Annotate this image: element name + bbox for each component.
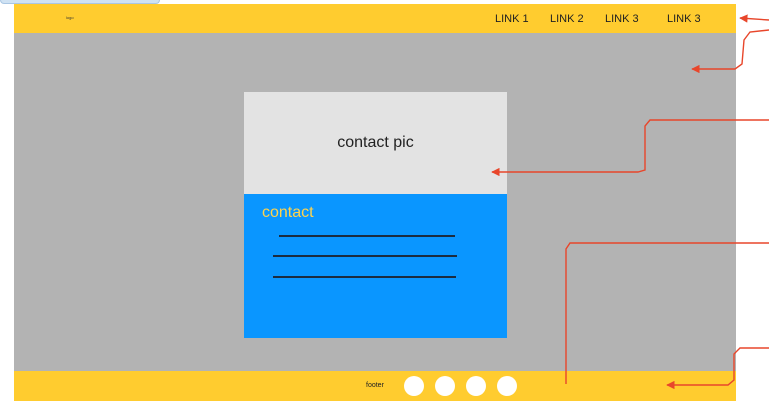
header-bar: logo LINK 1 LINK 2 LINK 3 LINK 3 bbox=[14, 4, 736, 33]
nav-link-2[interactable]: LINK 2 bbox=[550, 13, 584, 25]
text-placeholder-line bbox=[279, 235, 455, 237]
contact-pic-label: contact pic bbox=[337, 134, 414, 151]
arrow-to-header bbox=[739, 14, 769, 23]
contact-title: contact bbox=[262, 204, 314, 221]
text-placeholder-line bbox=[273, 276, 456, 278]
wireframe-page: logo LINK 1 LINK 2 LINK 3 LINK 3 contact… bbox=[0, 0, 769, 402]
footer-label: footer bbox=[366, 382, 384, 389]
nav-link-1[interactable]: LINK 1 bbox=[495, 13, 529, 25]
contact-info-panel: contact bbox=[244, 194, 507, 338]
nav-link-4[interactable]: LINK 3 bbox=[667, 13, 701, 25]
logo[interactable]: logo bbox=[66, 15, 74, 20]
social-icon[interactable] bbox=[497, 376, 517, 396]
nav-link-3[interactable]: LINK 3 bbox=[605, 13, 639, 25]
contact-card: contact pic contact bbox=[244, 92, 507, 338]
social-icon[interactable] bbox=[404, 376, 424, 396]
footer-bar: footer bbox=[14, 371, 736, 401]
social-icon[interactable] bbox=[435, 376, 455, 396]
text-placeholder-line bbox=[273, 255, 457, 257]
contact-pic-placeholder: contact pic bbox=[244, 92, 507, 194]
social-icon[interactable] bbox=[466, 376, 486, 396]
